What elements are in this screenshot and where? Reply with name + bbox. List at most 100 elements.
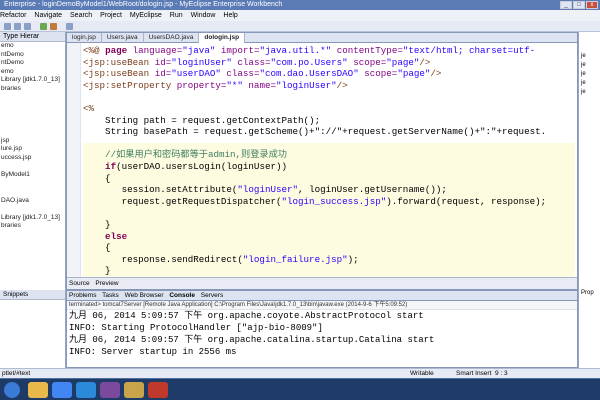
code-line[interactable]: String basePath = request.getScheme()+":… [83,126,546,138]
ie-icon[interactable] [76,382,96,398]
tab-properties[interactable]: Prop [581,290,594,296]
menu-help[interactable]: Help [223,12,237,19]
tree-item[interactable]: DAO.java [0,197,65,206]
code-line[interactable]: } [83,219,111,231]
tree-item[interactable] [0,111,65,120]
tree-item[interactable] [0,188,65,197]
console-panel: Problems Tasks Web Browser Console Serve… [66,290,578,368]
code-line[interactable]: session.setAttribute("loginUser", loginU… [83,184,447,196]
tree-item[interactable]: emo [0,68,65,77]
outline-item[interactable]: je [579,61,600,70]
tab-type-hierarchy[interactable]: Type Hierar [0,32,65,42]
outline-item[interactable]: je [579,52,600,61]
tab-console[interactable]: Console [169,292,195,299]
code-editor[interactable]: <%@ page language="java" import="java.ut… [67,43,577,278]
tree-item[interactable]: ByModel1 [0,171,65,180]
chrome-icon[interactable] [52,382,72,398]
maximize-button[interactable]: □ [573,1,585,9]
outline-item[interactable]: je [579,88,600,97]
tab-web-browser[interactable]: Web Browser [125,292,164,299]
tab-preview[interactable]: Preview [95,280,118,287]
toolbar [0,21,600,32]
editor-gutter [67,43,81,278]
snippets-panel: Snippets [0,290,66,368]
toolbar-run-icon[interactable] [40,23,47,30]
minimize-button[interactable]: _ [560,1,572,9]
menu-myeclipse[interactable]: MyEclipse [130,12,162,19]
toolbar-print-icon[interactable] [24,23,31,30]
tree-item[interactable] [0,162,65,171]
editor-area: login.jsp Users.java UsersDAO.java dologin.… [66,32,578,290]
code-line[interactable]: } [83,265,111,277]
console-tab-bar: Problems Tasks Web Browser Console Serve… [67,291,577,301]
tree-item[interactable]: braries [0,85,65,94]
toolbar-debug-icon[interactable] [50,23,57,30]
tree-item[interactable]: ntDemo [0,59,65,68]
code-line[interactable]: else [83,231,127,243]
menu-search[interactable]: Search [70,12,92,19]
console-line: INFO: Starting ProtocolHandler ["ajp-bio… [69,323,323,333]
outline-panel: je je je je je [578,32,600,290]
toolbar-new-icon[interactable] [4,23,11,30]
code-line[interactable]: <jsp:useBean id="userDAO" class="com.dao… [83,68,441,80]
code-line[interactable]: if(userDAO.usersLogin(loginUser)) [83,161,287,173]
code-line[interactable]: String path = request.getContextPath(); [83,115,320,127]
toolbar-search-icon[interactable] [66,23,73,30]
menu-project[interactable]: Project [100,12,122,19]
windows-taskbar [0,378,600,400]
tree-item[interactable] [0,102,65,111]
window-title-bar: Enterprise - loginDemoByModel1/WebRoot/d… [0,0,600,10]
console-line: INFO: Server startup in 2556 ms [69,347,237,357]
tree-item[interactable] [0,94,65,103]
tree-item[interactable] [0,128,65,137]
close-button[interactable]: x [586,1,598,9]
code-line[interactable]: { [83,242,111,254]
tab-usersdao-java[interactable]: UsersDAO.java [144,33,200,43]
myeclipse-icon[interactable] [100,382,120,398]
menu-refactor[interactable]: Refactor [0,12,26,19]
outline-item[interactable]: je [579,70,600,79]
code-line[interactable]: request.getRequestDispatcher("login_succ… [83,196,547,208]
tree-item[interactable]: emo [0,42,65,51]
console-line: 九月 06, 2014 5:09:57 下午 org.apache.catali… [69,335,435,345]
console-status: terminated> tomcat7Server [Remote Java A… [67,301,577,310]
tab-users-java[interactable]: Users.java [102,33,144,43]
tree-item[interactable] [0,205,65,214]
tree-item[interactable]: Library [jdk1.7.0_13] [0,76,65,85]
code-line[interactable]: <jsp:useBean id="loginUser" class="com.p… [83,57,430,69]
menu-navigate[interactable]: Navigate [34,12,62,19]
tab-login-jsp[interactable]: login.jsp [67,33,102,43]
tree-item[interactable]: ntDemo [0,51,65,60]
tab-dologin-jsp[interactable]: dologin.jsp [199,33,246,43]
explorer-icon[interactable] [28,382,48,398]
menu-run[interactable]: Run [170,12,183,19]
tree-item[interactable]: braries [0,222,65,231]
toolbar-save-icon[interactable] [14,23,21,30]
folder-icon[interactable] [124,382,144,398]
package-explorer-panel: Type Hierar emo ntDemo ntDemo emo Librar… [0,32,66,290]
menu-bar: Refactor Navigate Search Project MyEclip… [0,10,600,21]
tab-problems[interactable]: Problems [69,292,96,299]
tree-item[interactable] [0,119,65,128]
tab-snippets[interactable]: Snippets [0,290,65,300]
code-line[interactable]: <%@ page language="java" import="java.ut… [83,45,535,57]
menu-window[interactable]: Window [191,12,216,19]
tree-item[interactable]: lure.jsp [0,145,65,154]
tab-servers[interactable]: Servers [201,292,223,299]
code-line[interactable]: <% [83,103,94,115]
tree-item[interactable]: uccess.jsp [0,154,65,163]
windows-start-icon[interactable] [4,382,20,398]
code-line[interactable]: response.sendRedirect("login_failure.jsp… [83,254,359,266]
code-line[interactable]: <jsp:setProperty property="*" name="logi… [83,80,348,92]
tab-tasks[interactable]: Tasks [102,292,119,299]
tree-item[interactable]: jsp [0,137,65,146]
outline-item[interactable]: je [579,79,600,88]
code-line[interactable]: //如果用户和密码都等于admin,则登录成功 [83,149,287,161]
tree-item[interactable] [0,180,65,189]
tab-source[interactable]: Source [69,280,90,287]
project-tree: emo ntDemo ntDemo emo Library [jdk1.7.0_… [0,42,65,231]
media-icon[interactable] [148,382,168,398]
window-title: Enterprise - loginDemoByModel1/WebRoot/d… [4,1,283,8]
tree-item[interactable]: Library [jdk1.7.0_13] [0,214,65,223]
code-line[interactable]: { [83,173,111,185]
